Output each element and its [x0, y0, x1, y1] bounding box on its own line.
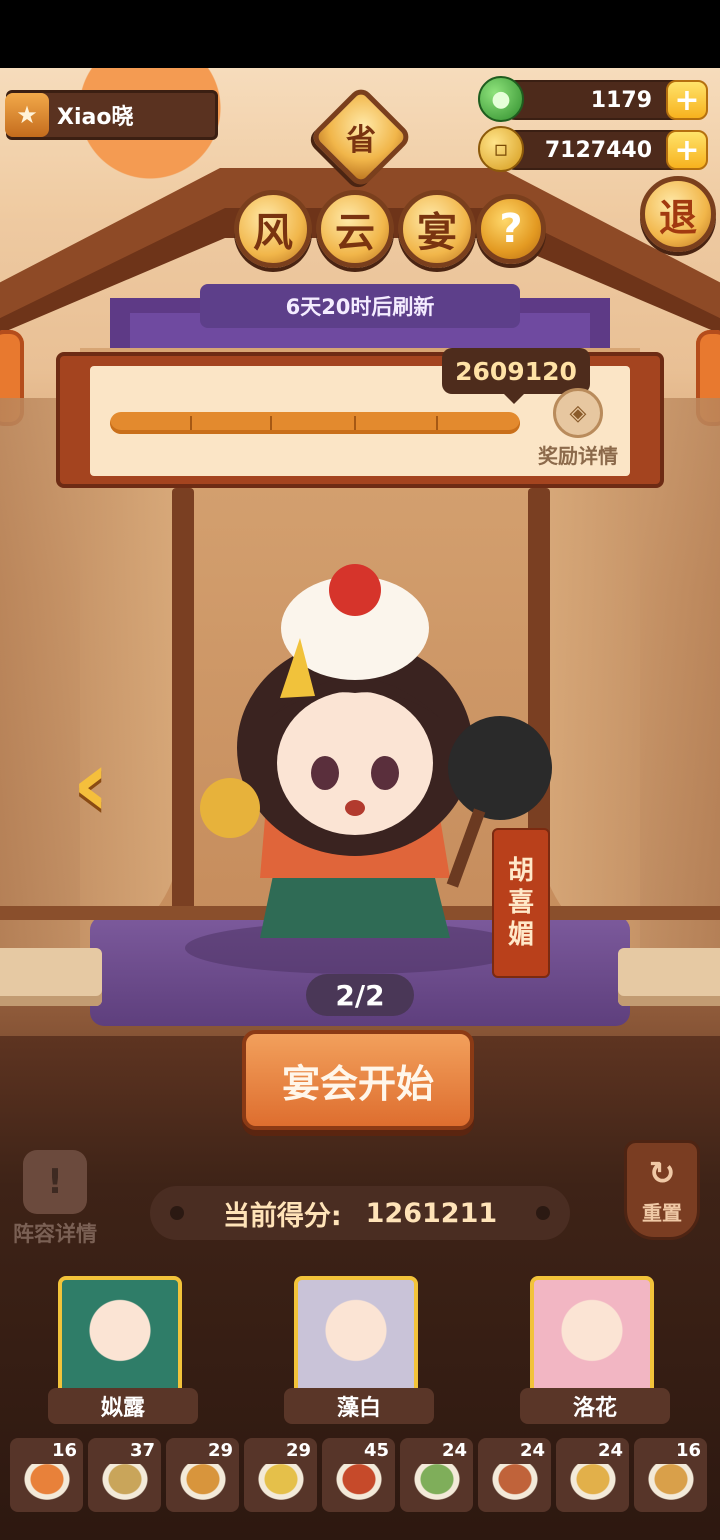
team-member-name: 姒露 [48, 1388, 198, 1424]
status-bar [0, 0, 720, 68]
gift-icon: ◈ [553, 388, 603, 438]
team-member-2[interactable]: 藻白 [284, 1274, 434, 1424]
dish-count: 45 [363, 1440, 389, 1461]
progress-tick [270, 416, 272, 430]
team-member-portrait [530, 1276, 654, 1396]
dish-count: 37 [129, 1440, 155, 1461]
jade-icon: ● [478, 76, 524, 122]
team-member-3[interactable]: 洛花 [520, 1274, 670, 1424]
reward-details-button[interactable]: ◈ 奖励详情 [530, 388, 626, 468]
reset-label: 重置 [642, 1201, 682, 1225]
dish-slot[interactable]: 29 [244, 1438, 317, 1512]
province-label: 省 [346, 123, 376, 158]
dish-icon [568, 1464, 618, 1502]
team-member-name: 藻白 [284, 1388, 434, 1424]
lineup-details-label: 阵容详情 [13, 1222, 97, 1246]
score-progress-bar [110, 412, 520, 434]
chef-name-char-2: 喜 [507, 888, 534, 918]
dish-count: 29 [207, 1440, 233, 1461]
dish-slot[interactable]: 24 [478, 1438, 551, 1512]
bench-right [618, 948, 720, 1006]
refresh-icon: ↻ [648, 1154, 676, 1192]
dish-count: 16 [51, 1440, 77, 1461]
current-score-value: 1261211 [365, 1197, 498, 1229]
character-page-indicator: 2/2 [306, 974, 414, 1016]
lineup-details-button[interactable]: ! 阵容详情 [0, 1150, 110, 1248]
dish-icon [256, 1464, 306, 1502]
dish-icon [490, 1464, 540, 1502]
team-member-name: 洛花 [520, 1388, 670, 1424]
jade-currency: ● 1179 + [478, 76, 708, 122]
progress-tick [436, 416, 438, 430]
chef-name-plaque: 胡 喜 媚 [492, 828, 550, 978]
add-jade-button[interactable]: + [666, 80, 708, 120]
team-member-portrait [58, 1276, 182, 1396]
current-score-bar: 当前得分: 1261211 [150, 1186, 570, 1240]
dish-icon [178, 1464, 228, 1502]
reward-details-label: 奖励详情 [538, 444, 618, 468]
gold-coin-icon: ▫ [478, 126, 524, 172]
decor-dot [536, 1206, 550, 1220]
event-title-char-3: 宴 [398, 190, 476, 268]
player-name: Xiao晓 [57, 105, 134, 130]
dish-slot[interactable]: 16 [10, 1438, 83, 1512]
dish-list: 16 37 29 29 45 24 24 24 16 [10, 1438, 716, 1514]
event-title-char-1: 风 [234, 190, 312, 268]
team-member-1[interactable]: 姒露 [48, 1274, 198, 1424]
help-button[interactable]: ? [476, 194, 546, 264]
dish-count: 24 [597, 1440, 623, 1461]
progress-tick [190, 416, 192, 430]
dish-icon [334, 1464, 384, 1502]
dish-icon [100, 1464, 150, 1502]
chef-name-char-1: 胡 [507, 856, 534, 886]
start-banquet-button[interactable]: 宴会开始 [242, 1030, 474, 1130]
chef-name-char-3: 媚 [507, 920, 534, 950]
player-profile[interactable]: ★ Xiao晓 [5, 90, 218, 140]
gold-currency: ▫ 7127440 + [478, 126, 708, 172]
previous-character-button[interactable]: ‹ [58, 736, 124, 832]
alert-icon: ! [23, 1150, 87, 1214]
dish-count: 24 [441, 1440, 467, 1461]
team-member-portrait [294, 1276, 418, 1396]
exit-button[interactable]: 退 [640, 176, 716, 252]
decor-dot [170, 1206, 184, 1220]
gold-amount: 7127440 [544, 137, 652, 163]
game-scene: ★ Xiao晓 ● 1179 + ▫ 7127440 + 省 风 云 宴 ? 退… [0, 68, 720, 1540]
dish-slot[interactable]: 24 [400, 1438, 473, 1512]
dish-icon [412, 1464, 462, 1502]
player-avatar-icon: ★ [5, 93, 49, 137]
dish-icon [22, 1464, 72, 1502]
dish-icon [646, 1464, 696, 1502]
dish-slot[interactable]: 16 [634, 1438, 707, 1512]
dish-count: 16 [675, 1440, 701, 1461]
dish-count: 29 [285, 1440, 311, 1461]
dish-slot[interactable]: 29 [166, 1438, 239, 1512]
dish-slot[interactable]: 37 [88, 1438, 161, 1512]
progress-tick [354, 416, 356, 430]
bench-left [0, 948, 102, 1006]
event-title-char-2: 云 [316, 190, 394, 268]
current-score-label: 当前得分: [222, 1200, 342, 1232]
reset-button[interactable]: ↻ 重置 [624, 1140, 700, 1240]
refresh-timer: 6天20时后刷新 [200, 284, 520, 328]
dish-count: 24 [519, 1440, 545, 1461]
dish-slot[interactable]: 24 [556, 1438, 629, 1512]
add-gold-button[interactable]: + [666, 130, 708, 170]
jade-amount: 1179 [590, 87, 652, 113]
dish-slot[interactable]: 45 [322, 1438, 395, 1512]
